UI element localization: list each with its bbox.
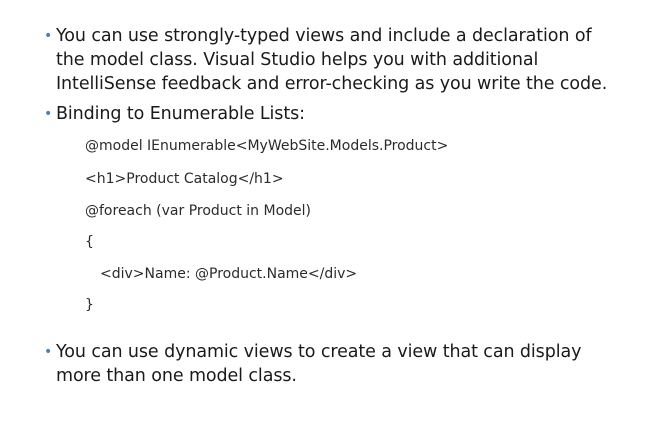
bullet-marker: •	[44, 28, 53, 44]
bullet-marker: •	[44, 106, 53, 122]
code-line: <div>Name: @Product.Name</div>	[100, 266, 358, 282]
code-line: @foreach (var Product in Model)	[85, 203, 312, 219]
bullet-item: • Binding to Enumerable Lists:	[44, 102, 644, 126]
code-line: <h1>Product Catalog</h1>	[85, 171, 284, 187]
bullet-item: • You can use strongly-typed views and i…	[44, 24, 644, 96]
bullet-text: You can use dynamic views to create a vi…	[56, 342, 582, 386]
slide: • You can use strongly-typed views and i…	[0, 0, 670, 447]
bullet-text: You can use strongly-typed views and inc…	[56, 26, 608, 94]
bullet-marker: •	[44, 344, 53, 360]
code-line: }	[85, 297, 94, 313]
bullet-text: Binding to Enumerable Lists:	[56, 104, 305, 124]
code-line: {	[85, 234, 94, 250]
bullet-item: • You can use dynamic views to create a …	[44, 340, 644, 388]
code-line: @model IEnumerable<MyWebSite.Models.Prod…	[85, 138, 449, 154]
